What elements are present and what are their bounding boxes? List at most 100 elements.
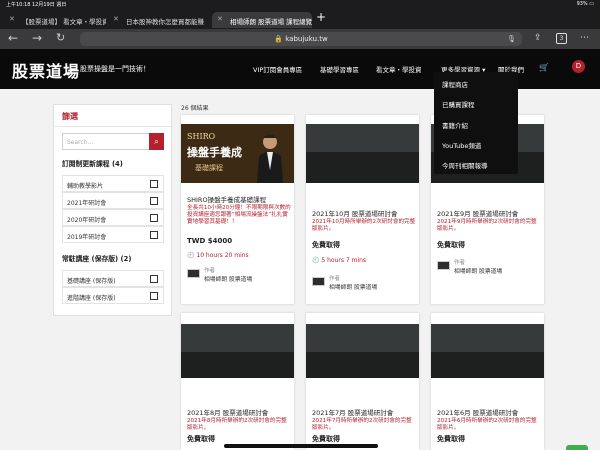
back-arrow-icon[interactable]: ← [8,32,18,44]
author-avatar [437,261,450,270]
url-text: kabujuku.tw [285,35,328,43]
thumbnail-text: SHIRO [187,132,216,141]
author-name[interactable]: 相場師朗 股票道場 [329,282,377,291]
browser-tab-1[interactable]: ✕ 【股票道場】 看文章・學投資 [4,12,106,28]
course-thumbnail[interactable] [181,324,294,378]
status-time: 上午10:18 12月19日 週日 [6,2,67,8]
nav-articles[interactable]: 看文章・學投資 [376,64,422,74]
filter-item[interactable]: 2021年研討會 [62,192,164,209]
course-thumbnail[interactable]: SHIRO 操盤手養成 基礎課程 [181,124,294,183]
search-button[interactable]: ⌕ [149,133,164,150]
course-duration: 🕘 5 hours 7 mins [312,257,367,264]
status-bar: 上午10:18 12月19日 週日 93% ▭ [0,0,600,9]
filter-item[interactable]: 2019年研討會 [62,226,164,243]
nav-basic[interactable]: 基礎學習專區 [320,64,359,74]
checkbox[interactable] [150,275,158,283]
microphone-icon[interactable]: 🎙 [507,32,516,46]
checkbox[interactable] [150,231,158,239]
instructor-photo [257,134,283,183]
author-name[interactable]: 相場師朗 股票道場 [454,266,502,275]
tabs-icon[interactable]: 3 [556,33,567,44]
more-resources-dropdown: 課程商店 已購買課程 書籍介紹 YouTube頻道 今周刊相關報導 [434,72,518,174]
course-description: 2021年10月時所舉辦的2次研討會的完整版影片。 [312,219,416,232]
course-card[interactable]: SHIRO 操盤手養成 基礎課程 SHIRO操盤手養成基礎課程 全長共10小時2… [181,115,294,304]
filter-group-subscription: 訂閱制更新課程 (4) [62,160,123,168]
course-title[interactable]: 2021年10月 股票道場研討會 [312,210,416,219]
filter-label: 2021年研討會 [67,200,107,207]
filter-sidebar: 篩選 Search... ⌕ 訂閱制更新課程 (4) 輔助教學影片 2021年研… [53,104,172,316]
dropdown-item-youtube[interactable]: YouTube頻道 [442,140,481,150]
course-title[interactable]: 2021年6月 股票道場研討會 [437,409,541,418]
close-tab-icon[interactable]: ✕ [217,15,223,23]
filter-item[interactable]: 2020年研討會 [62,209,164,226]
site-logo[interactable]: 股票道場 [12,58,80,82]
dropdown-item-books[interactable]: 書籍介紹 [442,120,468,130]
filter-title: 篩選 [62,112,78,121]
course-card[interactable]: 2021年6月 股票道場研討會 2021年6月時所舉辦的2次研討會的完整版影片。… [431,313,544,450]
author-name[interactable]: 相場師朗 股票道場 [204,274,252,283]
course-card[interactable]: 2021年7月 股票道場研討會 2021年7月時所舉辦的2次研討會的完整版影片。… [306,313,419,450]
course-thumbnail[interactable] [306,124,419,183]
new-tab-icon[interactable]: + [316,11,326,23]
course-thumbnail[interactable] [431,324,544,378]
site-slogan: 股票操盤是一門技術！ [80,65,150,73]
search-icon: ⌕ [154,137,159,146]
course-title[interactable]: 2021年8月 股票道場研討會 [187,409,291,418]
course-title[interactable]: 2021年9月 股票道場研討會 [437,210,541,219]
tab-label: 日本股神教你怎麼買都能賺 [126,18,204,26]
browser-tab-3-active[interactable]: ✕ 相場師朗 股票道場 課程總覽 [212,12,312,28]
author-label: 作者 [204,268,216,274]
search-input[interactable]: Search... [62,133,150,150]
filter-item[interactable]: 輔助教學影片 [62,175,164,192]
chat-widget-button[interactable] [566,445,588,450]
course-price: 免費取得 [187,435,215,443]
course-card[interactable]: 2021年8月 股票道場研討會 2021年8月時所舉辦的2次研討會的完整版影片。… [181,313,294,450]
course-description: 2021年6月時所舉辦的2次研討會的完整版影片。 [437,418,537,431]
thumbnail-text: 操盤手養成 [187,146,242,159]
user-avatar[interactable]: D [572,60,585,73]
cart-icon[interactable]: 🛒 [539,63,549,72]
forward-arrow-icon[interactable]: → [32,32,42,44]
course-description: 2021年8月時所舉辦的2次研討會的完整版影片。 [187,418,287,431]
course-price: 免費取得 [312,241,340,249]
course-duration: 🕘 10 hours 20 mins [187,252,249,259]
author-label: 作者 [454,260,466,266]
course-description: 全長共10小時20分鐘！不限期限與次數的投資講座適您跟著“相場流操盤法”扎扎實實… [187,205,291,225]
filter-label: 2020年研討會 [67,217,107,224]
author-avatar [187,269,200,278]
checkbox[interactable] [150,180,158,188]
filter-item[interactable]: 進階講座 (保存版) [62,287,164,304]
reload-icon[interactable]: ↻ [56,32,65,44]
home-indicator[interactable] [224,444,378,448]
add-icon[interactable]: ⋯ [580,33,589,44]
course-thumbnail[interactable] [306,324,419,378]
course-price: 免費取得 [437,435,465,443]
dropdown-item-purchased[interactable]: 已購買課程 [442,99,475,109]
close-tab-icon[interactable]: ✕ [9,15,15,23]
share-icon[interactable]: ⇪ [534,33,542,44]
battery-indicator: 93% ▭ [576,1,594,7]
dropdown-item-press[interactable]: 今周刊相關報導 [442,160,488,170]
checkbox[interactable] [150,214,158,222]
tab-label: 【股票道場】 看文章・學投資 [22,18,106,26]
course-title[interactable]: 2021年7月 股票道場研討會 [312,409,416,418]
course-title[interactable]: SHIRO操盤手養成基礎課程 [187,196,291,205]
address-bar[interactable]: 🔒 kabujuku.tw 🎙 [80,32,522,46]
dropdown-item-course-store[interactable]: 課程商店 [442,79,468,89]
close-tab-icon[interactable]: ✕ [113,15,119,23]
browser-tab-2[interactable]: ✕ 日本股神教你怎麼買都能賺 [108,12,210,28]
course-description: 2021年7月時所舉辦的2次研討會的完整版影片。 [312,418,412,431]
nav-vip[interactable]: VIP訂閱會員專區 [253,64,302,74]
checkbox[interactable] [150,197,158,205]
course-price: 免費取得 [312,435,340,443]
thumbnail-text: 基礎課程 [195,164,223,172]
filter-label: 2019年研討會 [67,234,107,241]
lock-icon: 🔒 [274,35,284,43]
filter-label: 輔助教學影片 [67,183,104,190]
course-price: 免費取得 [437,241,465,249]
browser-toolbar: ← → ↻ 🔒 kabujuku.tw 🎙 ⇪ 3 ⋯ [0,29,600,49]
checkbox[interactable] [150,292,158,300]
browser-tab-strip: ✕ 【股票道場】 看文章・學投資 ✕ 日本股神教你怎麼買都能賺 ✕ 相場師朗 股… [0,9,600,29]
course-card[interactable]: 2021年10月 股票道場研討會 2021年10月時所舉辦的2次研討會的完整版影… [306,115,419,304]
filter-item[interactable]: 基礎講座 (保存版) [62,270,164,287]
